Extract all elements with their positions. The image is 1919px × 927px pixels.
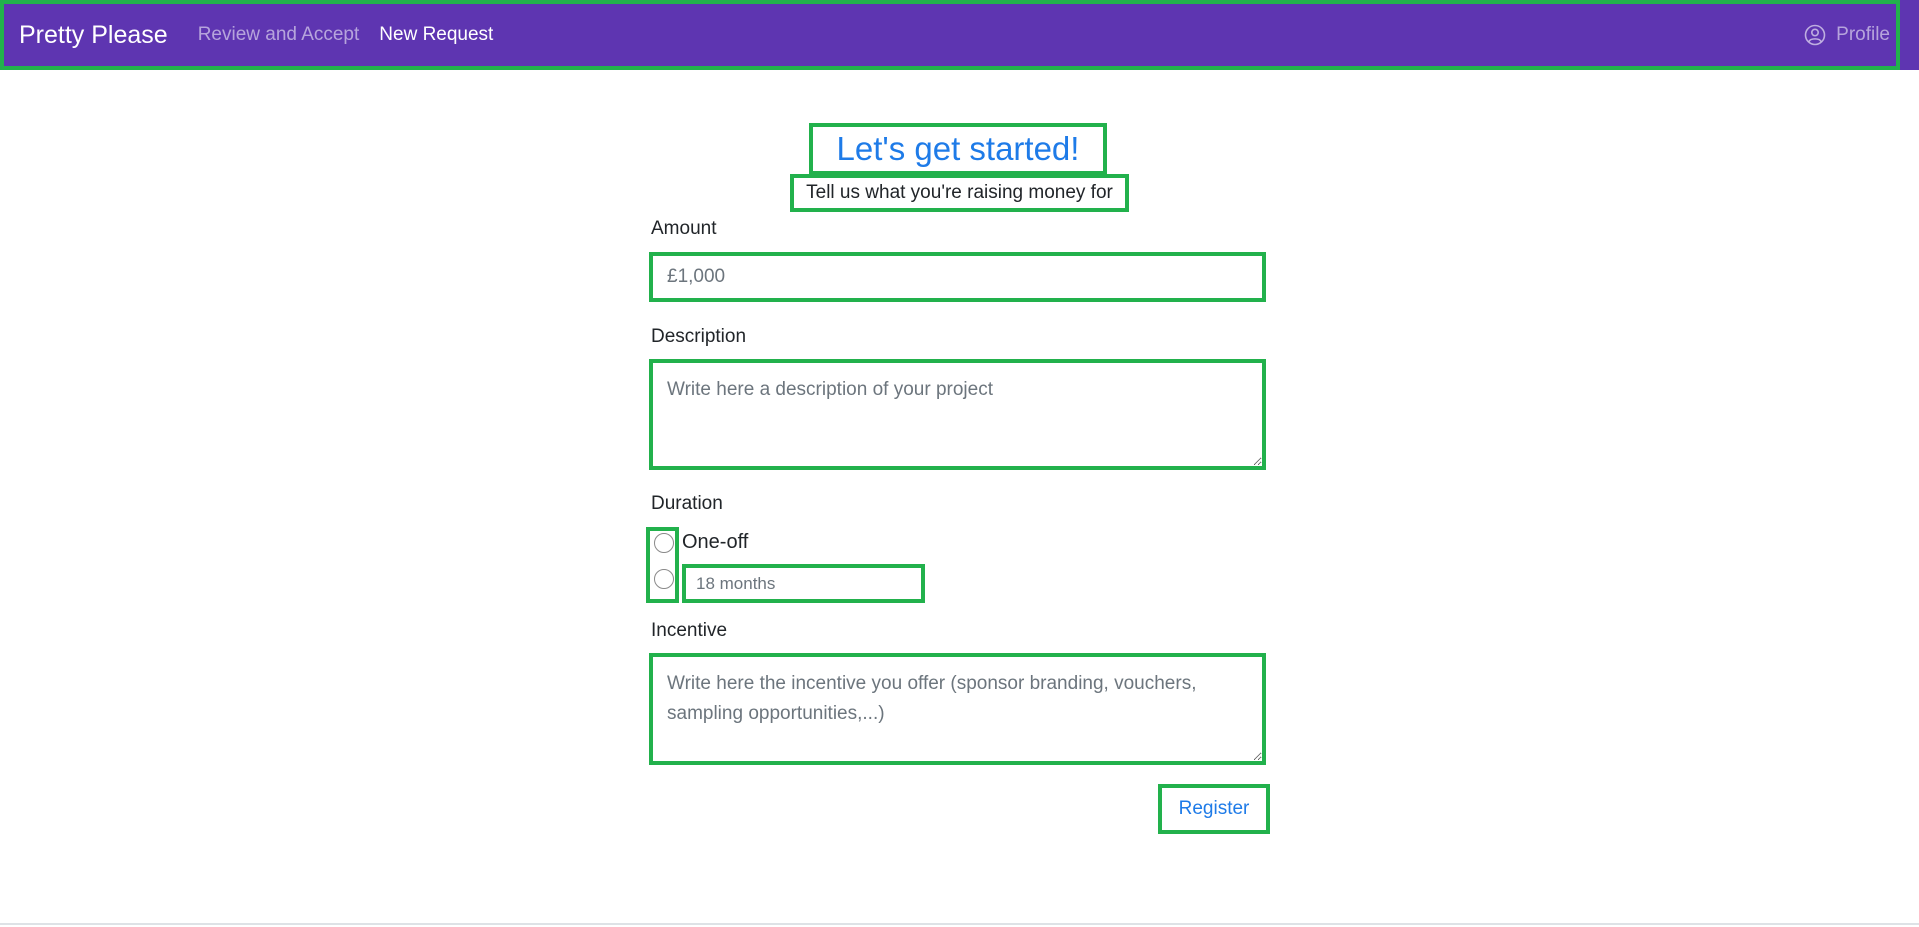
amount-label: Amount xyxy=(651,218,717,239)
duration-one-off-radio[interactable] xyxy=(654,533,674,553)
duration-one-off-label: One-off xyxy=(682,531,749,553)
incentive-label: Incentive xyxy=(651,620,728,641)
description-textarea[interactable] xyxy=(649,359,1266,470)
duration-custom-radio[interactable] xyxy=(654,569,674,589)
page-bottom-divider xyxy=(0,923,1919,925)
user-circle-icon xyxy=(1804,24,1826,46)
description-label: Description xyxy=(651,326,747,347)
nav-link-review-and-accept[interactable]: Review and Accept xyxy=(198,24,360,46)
brand-logo-link[interactable]: Pretty Please xyxy=(19,21,168,50)
page-title: Let's get started! xyxy=(809,123,1107,175)
duration-months-input[interactable] xyxy=(682,564,925,603)
duration-radio-group xyxy=(646,527,679,603)
profile-label: Profile xyxy=(1836,24,1890,45)
page-subtitle: Tell us what you're raising money for xyxy=(790,174,1129,212)
top-navbar: Pretty Please Review and Accept New Requ… xyxy=(0,0,1900,70)
amount-input[interactable] xyxy=(649,252,1266,302)
register-button[interactable]: Register xyxy=(1158,784,1270,834)
navbar-edge xyxy=(1900,0,1919,70)
nav-link-new-request[interactable]: New Request xyxy=(379,24,493,46)
duration-label: Duration xyxy=(651,493,723,514)
profile-link[interactable]: Profile xyxy=(1804,4,1890,66)
incentive-textarea[interactable] xyxy=(649,653,1266,765)
